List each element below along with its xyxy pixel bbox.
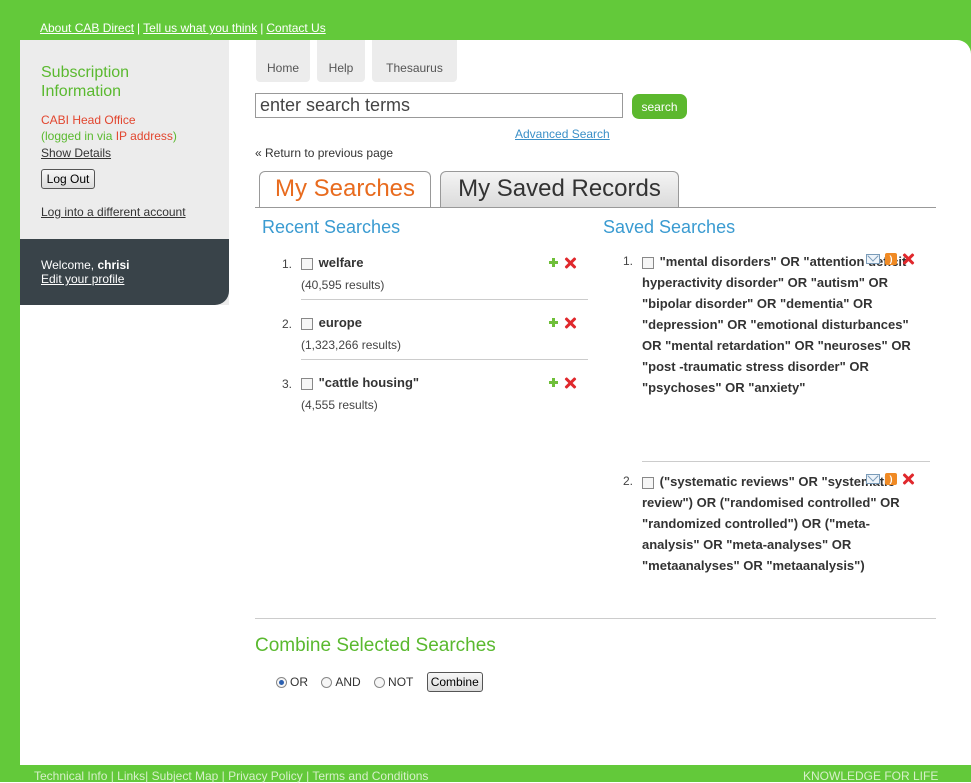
list-item: 2. ("systematic reviews" OR "systematic … — [623, 471, 941, 611]
item-query: "mental disorders" OR "attention deficit… — [642, 254, 911, 395]
return-link[interactable]: « Return to previous page — [255, 146, 393, 160]
radio-or[interactable] — [276, 676, 287, 688]
combine-button[interactable]: Combine — [426, 672, 483, 692]
rss-icon[interactable]: ) — [885, 473, 897, 485]
welcome-panel: Welcome, chrisi Edit your profile — [20, 239, 229, 305]
combine-options: OR AND NOT Combine — [276, 672, 483, 692]
login-method: (logged in via IP address) — [41, 129, 177, 143]
feedback-link[interactable]: Tell us what you think — [143, 21, 257, 35]
tab-divider — [255, 207, 936, 208]
list-item: 1. welfare (40,595 results) — [282, 255, 588, 303]
subscription-title: Subscription Information — [41, 64, 130, 100]
item-number: 2. — [623, 474, 634, 488]
select-checkbox[interactable] — [301, 317, 313, 330]
combine-title: Combine Selected Searches — [255, 635, 496, 656]
main-page: Subscription Information CABI Head Offic… — [20, 40, 971, 765]
close-icon[interactable] — [902, 253, 914, 265]
sidebar: Subscription Information CABI Head Offic… — [20, 40, 229, 305]
logout-button[interactable]: Log Out — [41, 169, 95, 189]
item-query: "cattle housing" — [301, 375, 419, 390]
nav-tab-home[interactable]: Home — [256, 40, 310, 82]
item-number: 2. — [282, 317, 293, 331]
username: chrisi — [97, 258, 130, 272]
section-divider — [255, 618, 936, 619]
search-input[interactable] — [255, 93, 623, 118]
footer-tagline: KNOWLEDGE FOR LIFE — [803, 769, 939, 783]
item-query: welfare — [301, 255, 363, 270]
select-checkbox[interactable] — [301, 257, 313, 270]
saved-searches-title: Saved Searches — [603, 217, 736, 237]
list-item: 2. europe (1,323,266 results) — [282, 315, 588, 363]
select-checkbox[interactable] — [642, 476, 654, 489]
different-account-link[interactable]: Log into a different account — [41, 205, 186, 219]
close-icon[interactable] — [564, 257, 576, 269]
result-count: (1,323,266 results) — [301, 338, 402, 352]
plus-icon[interactable] — [549, 318, 558, 327]
item-divider — [301, 299, 588, 300]
item-query: ("systematic reviews" OR "systematic rev… — [642, 474, 900, 573]
email-alert-icon[interactable] — [866, 254, 880, 264]
plus-icon[interactable] — [549, 258, 558, 267]
radio-and[interactable] — [321, 676, 333, 688]
edit-profile-link[interactable]: Edit your profile — [41, 272, 124, 286]
item-number: 1. — [623, 254, 634, 268]
item-number: 3. — [282, 377, 293, 391]
item-divider — [301, 359, 588, 360]
list-item: 1. "mental disorders" OR "attention defi… — [623, 251, 941, 451]
close-icon[interactable] — [902, 473, 914, 485]
rss-icon[interactable]: ) — [885, 253, 897, 265]
search-button[interactable]: search — [632, 94, 687, 119]
top-links-bar: About CAB Direct | Tell us what you think |… — [40, 21, 326, 35]
footer-links[interactable]: Technical Info | Links| Subject Map | Pr… — [34, 769, 428, 783]
nav-tab-help[interactable]: Help — [317, 40, 365, 82]
close-icon[interactable] — [564, 377, 576, 389]
item-number: 1. — [282, 257, 293, 271]
plus-icon[interactable] — [549, 378, 558, 387]
email-alert-icon[interactable] — [866, 474, 880, 484]
contact-link[interactable]: Contact Us — [266, 21, 325, 35]
select-checkbox[interactable] — [642, 256, 654, 269]
advanced-search-link[interactable]: Advanced Search — [515, 127, 610, 141]
organization-name: CABI Head Office — [41, 113, 136, 127]
close-icon[interactable] — [564, 317, 576, 329]
result-count: (4,555 results) — [301, 398, 378, 412]
tab-my-searches[interactable]: My Searches — [259, 171, 431, 208]
item-query: europe — [301, 315, 362, 330]
result-count: (40,595 results) — [301, 278, 385, 292]
about-link[interactable]: About CAB Direct — [40, 21, 134, 35]
tab-my-saved-records[interactable]: My Saved Records — [440, 171, 679, 208]
select-checkbox[interactable] — [301, 377, 313, 390]
nav-tab-thesaurus[interactable]: Thesaurus — [372, 40, 457, 82]
show-details-link[interactable]: Show Details — [41, 146, 111, 160]
item-divider — [642, 461, 930, 462]
recent-searches-title: Recent Searches — [262, 217, 401, 237]
welcome-text: Welcome, chrisi — [41, 258, 130, 272]
list-item: 3. "cattle housing" (4,555 results) — [282, 375, 588, 423]
radio-not[interactable] — [374, 676, 386, 688]
